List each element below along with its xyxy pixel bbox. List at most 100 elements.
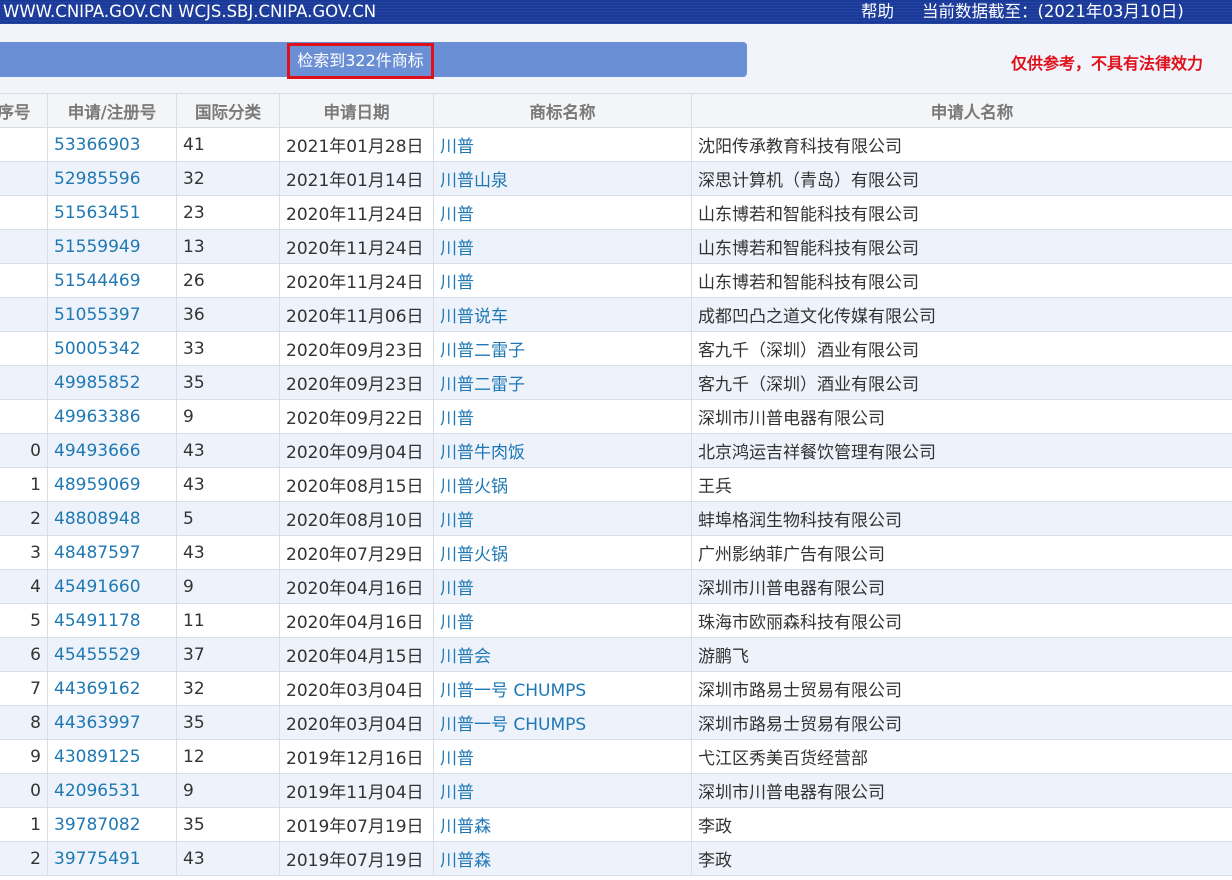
trademark-name-link[interactable]: 川普	[440, 783, 474, 803]
trademark-name-link[interactable]: 川普一号 CHUMPS	[440, 681, 586, 701]
row-seq	[0, 229, 48, 264]
table-row: 49985852 35 2020年09月23日 川普二雷子 客九千（深圳）酒业有限公司	[0, 365, 1232, 400]
reg-no-cell: 49985852	[47, 365, 177, 400]
table-row: 51544469 26 2020年11月24日 川普 山东博若和智能科技有限公司	[0, 263, 1232, 298]
help-link[interactable]: 帮助	[861, 0, 894, 24]
reg-no-link[interactable]: 44369162	[54, 679, 141, 699]
trademark-name-cell: 川普	[433, 501, 692, 536]
applicant-cell: 山东博若和智能科技有限公司	[691, 263, 1232, 298]
class-cell: 5	[176, 501, 280, 536]
legal-disclaimer: 仅供参考，不具有法律效力	[1011, 54, 1204, 73]
reg-no-cell: 51544469	[47, 263, 177, 298]
applicant-cell: 客九千（深圳）酒业有限公司	[691, 331, 1232, 366]
trademark-name-link[interactable]: 川普	[440, 613, 474, 633]
class-cell: 32	[176, 671, 280, 706]
reg-no-link[interactable]: 45491178	[54, 611, 141, 631]
reg-no-link[interactable]: 51559949	[54, 237, 141, 257]
trademark-name-cell: 川普会	[433, 637, 692, 672]
reg-no-link[interactable]: 44363997	[54, 713, 141, 733]
column-header-date: 申请日期	[279, 93, 434, 128]
row-seq: 2	[0, 841, 48, 876]
table-row: 0 49493666 43 2020年09月04日 川普牛肉饭 北京鸿运吉祥餐饮管理有限公…	[0, 433, 1232, 468]
trademark-name-link[interactable]: 川普	[440, 511, 474, 531]
reg-no-link[interactable]: 51055397	[54, 305, 141, 325]
date-cell: 2020年08月15日	[279, 467, 434, 502]
trademark-name-link[interactable]: 川普森	[440, 817, 491, 837]
reg-no-link[interactable]: 39787082	[54, 815, 141, 835]
column-header-trademark-name: 商标名称	[433, 93, 692, 128]
trademark-name-link[interactable]: 川普说车	[440, 307, 508, 327]
trademark-name-link[interactable]: 川普火锅	[440, 477, 508, 497]
class-cell: 9	[176, 569, 280, 604]
reg-no-cell: 42096531	[47, 773, 177, 808]
trademark-name-link[interactable]: 川普	[440, 273, 474, 293]
column-header-seq: 序号	[0, 93, 48, 128]
applicant-cell: 成都凹凸之道文化传媒有限公司	[691, 297, 1232, 332]
reg-no-link[interactable]: 48959069	[54, 475, 141, 495]
row-seq	[0, 195, 48, 230]
trademark-name-link[interactable]: 川普火锅	[440, 545, 508, 565]
applicant-cell: 珠海市欧丽森科技有限公司	[691, 603, 1232, 638]
table-row: 1 39787082 35 2019年07月19日 川普森 李政	[0, 807, 1232, 842]
row-seq: 9	[0, 739, 48, 774]
applicant-cell: 深圳市川普电器有限公司	[691, 399, 1232, 434]
trademark-name-link[interactable]: 川普一号 CHUMPS	[440, 715, 586, 735]
trademark-name-link[interactable]: 川普	[440, 137, 474, 157]
date-cell: 2019年07月19日	[279, 807, 434, 842]
row-seq: 1	[0, 807, 48, 842]
class-cell: 23	[176, 195, 280, 230]
reg-no-cell: 39787082	[47, 807, 177, 842]
trademark-name-link[interactable]: 川普森	[440, 851, 491, 871]
trademark-name-link[interactable]: 川普	[440, 409, 474, 429]
trademark-name-link[interactable]: 川普山泉	[440, 171, 508, 191]
trademark-name-cell: 川普	[433, 603, 692, 638]
trademark-name-link[interactable]: 川普会	[440, 647, 491, 667]
trademark-name-link[interactable]: 川普	[440, 579, 474, 599]
reg-no-link[interactable]: 49985852	[54, 373, 141, 393]
reg-no-link[interactable]: 45491660	[54, 577, 141, 597]
reg-no-link[interactable]: 45455529	[54, 645, 141, 665]
table-row: 50005342 33 2020年09月23日 川普二雷子 客九千（深圳）酒业有限公司	[0, 331, 1232, 366]
reg-no-cell: 50005342	[47, 331, 177, 366]
class-cell: 41	[176, 127, 280, 162]
reg-no-cell: 48808948	[47, 501, 177, 536]
reg-no-link[interactable]: 43089125	[54, 747, 141, 767]
reg-no-link[interactable]: 49963386	[54, 407, 141, 427]
table-row: 6 45455529 37 2020年04月15日 川普会 游鹏飞	[0, 637, 1232, 672]
trademark-name-link[interactable]: 川普二雷子	[440, 341, 525, 361]
trademark-name-link[interactable]: 川普牛肉饭	[440, 443, 525, 463]
reg-no-link[interactable]: 51544469	[54, 271, 141, 291]
trademark-name-cell: 川普牛肉饭	[433, 433, 692, 468]
applicant-cell: 深圳市川普电器有限公司	[691, 569, 1232, 604]
reg-no-link[interactable]: 49493666	[54, 441, 141, 461]
reg-no-cell: 45455529	[47, 637, 177, 672]
trademark-name-link[interactable]: 川普	[440, 205, 474, 225]
reg-no-link[interactable]: 42096531	[54, 781, 141, 801]
reg-no-link[interactable]: 39775491	[54, 849, 141, 869]
reg-no-link[interactable]: 53366903	[54, 135, 141, 155]
trademark-name-cell: 川普山泉	[433, 161, 692, 196]
trademark-name-link[interactable]: 川普二雷子	[440, 375, 525, 395]
trademark-name-cell: 川普森	[433, 841, 692, 876]
date-cell: 2020年04月16日	[279, 569, 434, 604]
reg-no-cell: 44363997	[47, 705, 177, 740]
date-cell: 2020年09月23日	[279, 365, 434, 400]
table-row: 2 39775491 43 2019年07月19日 川普森 李政	[0, 841, 1232, 876]
applicant-cell: 北京鸿运吉祥餐饮管理有限公司	[691, 433, 1232, 468]
trademark-name-cell: 川普火锅	[433, 535, 692, 570]
trademark-name-link[interactable]: 川普	[440, 749, 474, 769]
table-header-row: 序号 申请/注册号 国际分类 申请日期 商标名称 申请人名称	[0, 93, 1232, 128]
reg-no-link[interactable]: 48487597	[54, 543, 141, 563]
reg-no-cell: 48959069	[47, 467, 177, 502]
row-seq	[0, 297, 48, 332]
trademark-name-cell: 川普	[433, 773, 692, 808]
date-cell: 2020年11月24日	[279, 263, 434, 298]
row-seq: 1	[0, 467, 48, 502]
reg-no-link[interactable]: 48808948	[54, 509, 141, 529]
reg-no-link[interactable]: 51563451	[54, 203, 141, 223]
row-seq	[0, 399, 48, 434]
trademark-name-link[interactable]: 川普	[440, 239, 474, 259]
reg-no-link[interactable]: 52985596	[54, 169, 141, 189]
reg-no-link[interactable]: 50005342	[54, 339, 141, 359]
date-cell: 2020年03月04日	[279, 671, 434, 706]
